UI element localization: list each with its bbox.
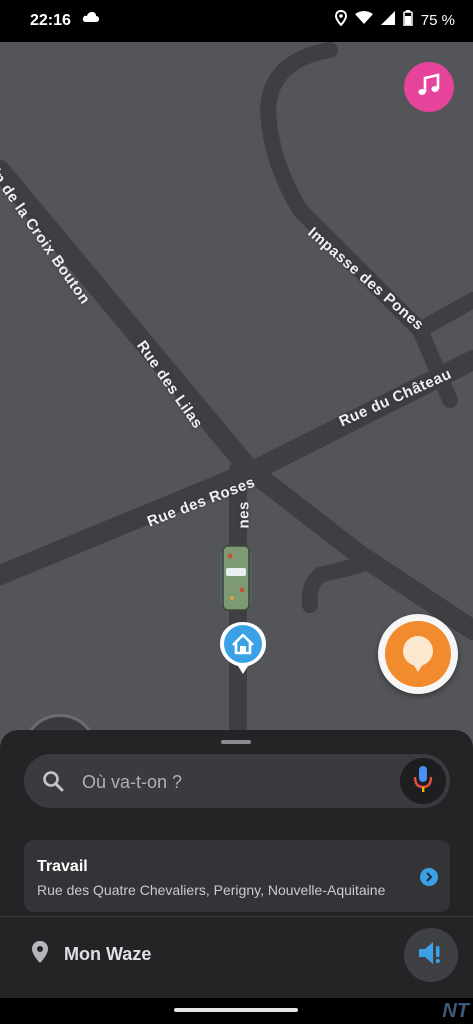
vehicle-marker xyxy=(206,544,266,612)
street-label-partial: nes xyxy=(235,501,253,529)
search-icon xyxy=(42,770,64,797)
location-pin-icon xyxy=(30,940,50,969)
signal-icon xyxy=(380,11,395,29)
favorite-work[interactable]: Travail Rue des Quatre Chevaliers, Perig… xyxy=(24,840,450,912)
my-waze-button[interactable]: Mon Waze xyxy=(30,940,151,969)
status-time: 22:16 xyxy=(30,12,71,29)
battery-icon xyxy=(403,10,413,30)
home-marker[interactable] xyxy=(218,620,268,676)
watermark-logo: NT xyxy=(442,1000,469,1022)
favorite-title: Travail xyxy=(37,858,88,875)
search-input[interactable] xyxy=(80,754,404,810)
battery-level: 75 % xyxy=(420,11,455,29)
divider xyxy=(0,916,473,917)
status-icons: 75 % xyxy=(334,9,455,30)
system-navigation-bar: NT xyxy=(0,998,473,1024)
chevron-right-icon[interactable] xyxy=(420,868,438,886)
voice-search-button[interactable] xyxy=(400,758,446,804)
home-gesture-handle[interactable] xyxy=(174,1008,298,1012)
bottom-sheet: Travail Rue des Quatre Chevaliers, Perig… xyxy=(0,730,473,998)
location-icon xyxy=(334,9,347,30)
cloud-icon xyxy=(82,10,100,29)
sheet-handle[interactable] xyxy=(221,740,251,744)
sound-settings-button[interactable] xyxy=(404,928,458,982)
my-waze-label: Mon Waze xyxy=(64,944,152,964)
report-pin-icon xyxy=(385,621,451,687)
wifi-icon xyxy=(354,11,373,29)
music-note-icon xyxy=(416,72,442,103)
music-button[interactable] xyxy=(404,62,454,112)
search-bar[interactable] xyxy=(24,754,450,810)
microphone-icon xyxy=(413,764,433,799)
report-button[interactable] xyxy=(378,614,458,694)
speaker-icon xyxy=(416,940,446,971)
map-view[interactable]: in de la Croix Bouton Rue des Lilas Impa… xyxy=(0,42,473,762)
status-bar: 22:16 75 % xyxy=(0,0,473,42)
favorite-address: Rue des Quatre Chevaliers, Perigny, Nouv… xyxy=(37,882,386,898)
